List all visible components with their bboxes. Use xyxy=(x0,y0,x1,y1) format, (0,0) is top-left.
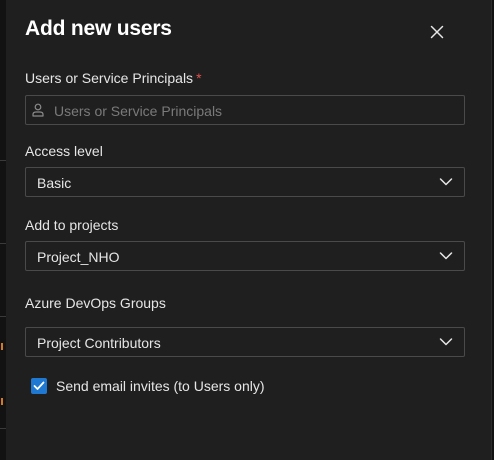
users-field-label-text: Users or Service Principals xyxy=(25,70,194,86)
users-field[interactable] xyxy=(25,95,465,125)
users-field-label: Users or Service Principals * xyxy=(25,70,202,86)
groups-label: Azure DevOps Groups xyxy=(25,295,166,311)
dialog-title: Add new users xyxy=(25,17,172,40)
checkmark-icon xyxy=(33,381,45,390)
person-icon xyxy=(32,103,44,117)
close-icon xyxy=(430,25,444,39)
projects-dropdown[interactable]: Project_NHO xyxy=(25,241,465,271)
email-invites-checkbox[interactable] xyxy=(31,378,47,394)
email-invites-option[interactable]: Send email invites (to Users only) xyxy=(31,377,265,395)
chevron-down-icon xyxy=(439,338,453,346)
required-marker: * xyxy=(196,70,202,86)
close-button[interactable] xyxy=(426,21,448,43)
chevron-down-icon xyxy=(439,252,453,260)
chevron-down-icon xyxy=(439,178,453,186)
access-level-value: Basic xyxy=(37,175,72,191)
projects-value: Project_NHO xyxy=(37,249,120,265)
email-invites-label: Send email invites (to Users only) xyxy=(56,378,265,394)
access-level-dropdown[interactable]: Basic xyxy=(25,167,465,197)
add-users-panel: Add new users Users or Service Principal… xyxy=(6,0,492,460)
groups-dropdown[interactable]: Project Contributors xyxy=(25,327,465,357)
access-level-label: Access level xyxy=(25,143,103,159)
projects-label: Add to projects xyxy=(25,217,119,233)
groups-value: Project Contributors xyxy=(37,335,161,351)
users-search-input[interactable] xyxy=(54,101,454,121)
